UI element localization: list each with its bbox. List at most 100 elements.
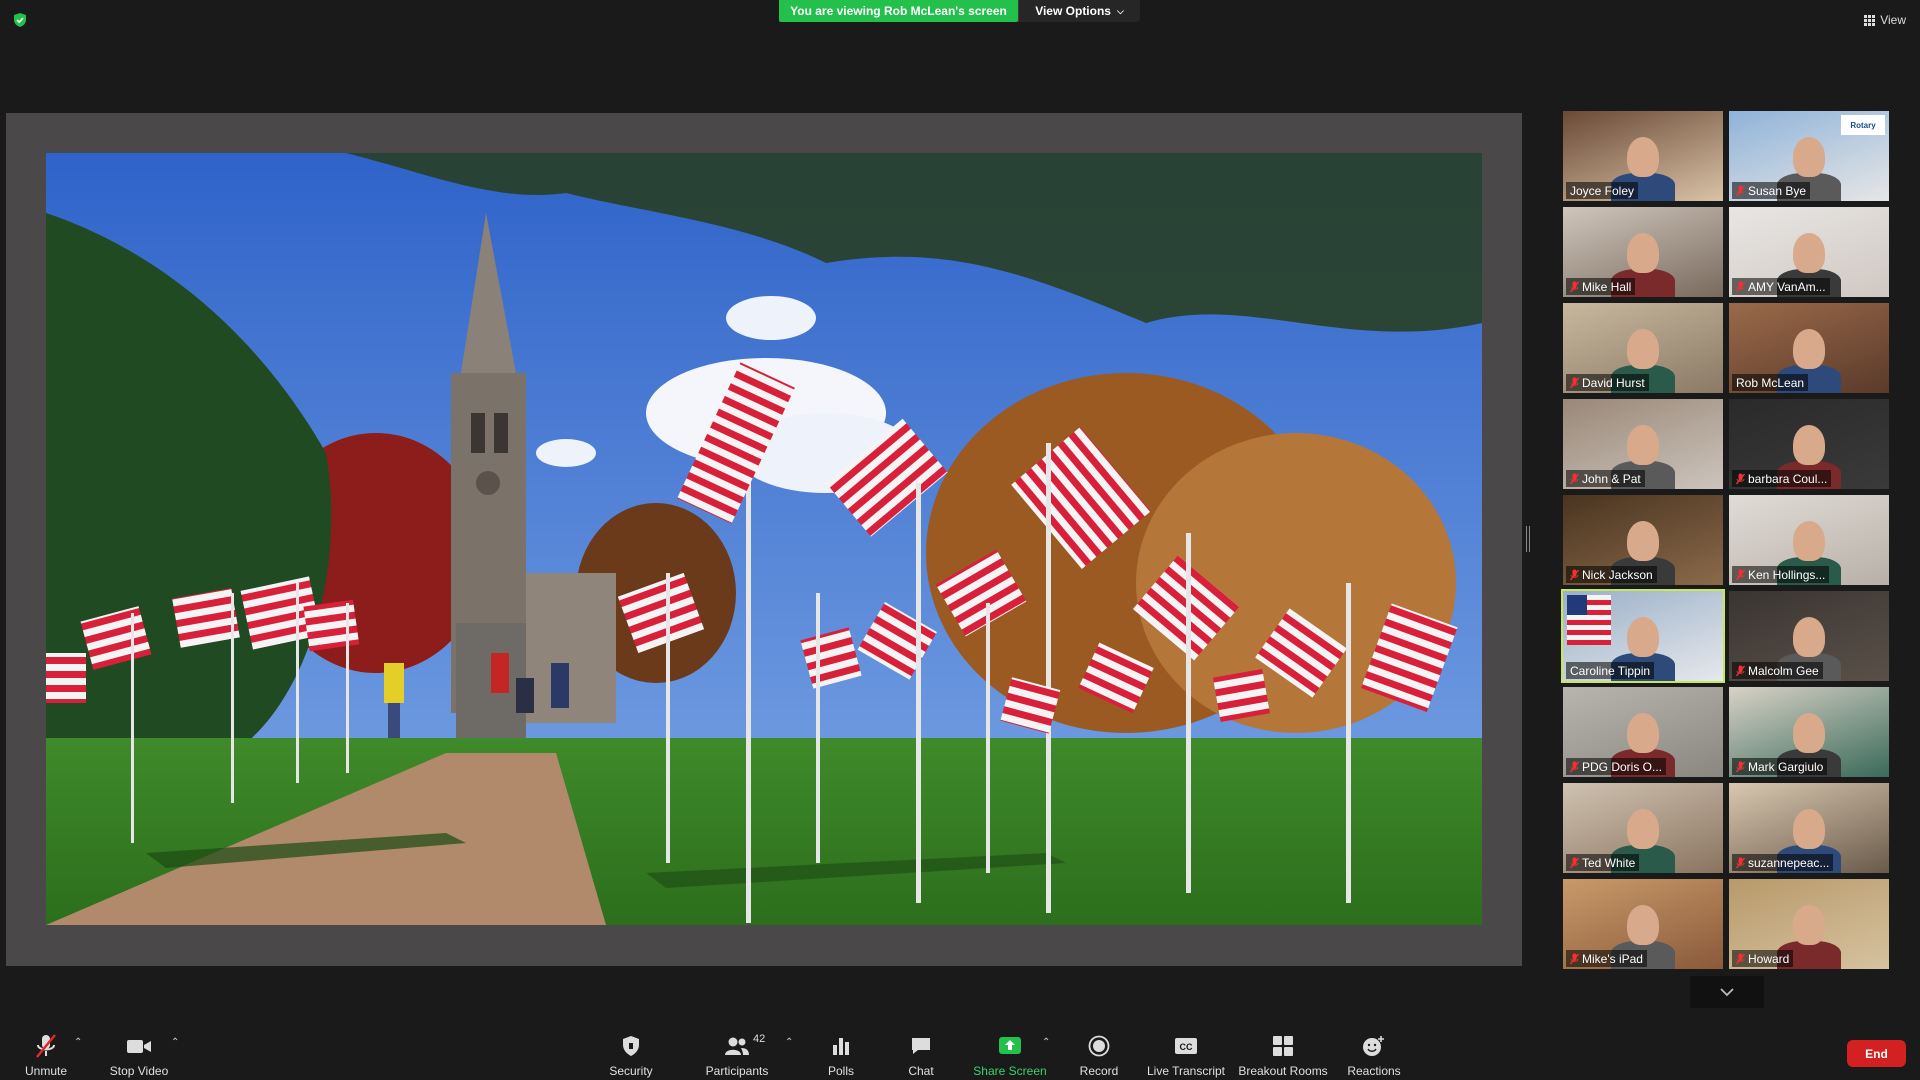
video-options-caret[interactable]: ⌃ (171, 1037, 179, 1048)
share-options-caret[interactable]: ⌃ (1042, 1037, 1050, 1048)
gallery-scroll-down-button[interactable] (1690, 976, 1764, 1008)
participant-name: Mike's iPad (1582, 951, 1643, 966)
reactions-label: Reactions (1347, 1064, 1401, 1078)
audio-options-caret[interactable]: ⌃ (74, 1037, 82, 1048)
participant-name: Susan Bye (1748, 183, 1807, 198)
participant-tile[interactable]: Rob McLean (1729, 303, 1889, 393)
panel-resize-handle[interactable] (1526, 526, 1530, 552)
participant-face (1793, 521, 1825, 561)
participant-tile[interactable]: John & Pat (1563, 399, 1723, 489)
participant-name-label: barbara Coul... (1732, 470, 1832, 487)
chat-icon (910, 1032, 932, 1060)
view-label: View (1880, 13, 1906, 27)
participants-label: Participants (705, 1064, 769, 1078)
participant-tile[interactable]: Mike's iPad (1563, 879, 1723, 969)
view-options-button[interactable]: View Options ⌵ (1018, 0, 1140, 22)
chevron-down-icon (1720, 987, 1734, 996)
shield-icon (621, 1032, 641, 1060)
participant-tile[interactable]: Mark Gargiulo (1729, 687, 1889, 777)
participant-name-label: Nick Jackson (1566, 566, 1657, 583)
participant-tile[interactable]: Nick Jackson (1563, 495, 1723, 585)
participant-name-label: Malcolm Gee (1732, 662, 1823, 679)
participant-name-label: Mike's iPad (1566, 950, 1647, 967)
shield-check-icon[interactable] (12, 12, 28, 28)
viewing-screen-text: You are viewing Rob McLean's screen (790, 4, 1007, 18)
participant-tile[interactable]: Mike Hall (1563, 207, 1723, 297)
participant-name: Rob McLean (1736, 375, 1805, 390)
rotary-logo-banner: Rotary (1841, 115, 1885, 135)
participant-face (1793, 233, 1825, 273)
security-button[interactable]: Security (601, 1015, 661, 1080)
participant-face (1627, 809, 1659, 849)
participant-name: Joyce Foley (1570, 183, 1635, 198)
participants-options-caret[interactable]: ⌃ (785, 1037, 793, 1048)
participant-name: barbara Coul... (1748, 471, 1828, 486)
breakout-rooms-icon (1272, 1032, 1294, 1060)
chat-button[interactable]: Chat (901, 1015, 941, 1080)
participants-icon (724, 1032, 750, 1060)
participant-face (1793, 137, 1825, 177)
mic-muted-icon (1570, 569, 1579, 580)
participant-face (1793, 713, 1825, 753)
participant-name-label: AMY VanAm... (1732, 278, 1830, 295)
polls-icon (831, 1032, 851, 1060)
participant-tile[interactable]: Joyce Foley (1563, 111, 1723, 201)
participant-face (1793, 617, 1825, 657)
participant-face (1627, 425, 1659, 465)
participant-face (1627, 521, 1659, 561)
participant-tile[interactable]: Malcolm Gee (1729, 591, 1889, 681)
unmute-label: Unmute (24, 1064, 68, 1078)
reactions-button[interactable]: Reactions (1346, 1015, 1402, 1080)
participant-tile[interactable]: barbara Coul... (1729, 399, 1889, 489)
mic-muted-icon (1570, 377, 1579, 388)
mic-muted-icon (1570, 281, 1579, 292)
participant-face (1793, 329, 1825, 369)
participants-count: 42 (753, 1033, 766, 1045)
participant-tile[interactable]: PDG Doris O... (1563, 687, 1723, 777)
polls-button[interactable]: Polls (821, 1015, 861, 1080)
participant-tile[interactable]: Caroline Tippin (1561, 589, 1725, 683)
end-label: End (1865, 1046, 1888, 1061)
polls-label: Polls (827, 1064, 854, 1078)
participant-name-label: David Hurst (1566, 374, 1649, 391)
record-button[interactable]: Record (1076, 1015, 1122, 1080)
top-bar: You are viewing Rob McLean's screen View… (0, 0, 1920, 27)
end-meeting-button[interactable]: End (1847, 1040, 1906, 1067)
record-label: Record (1079, 1064, 1119, 1078)
participant-face (1793, 425, 1825, 465)
participant-face (1793, 905, 1825, 945)
stop-video-button[interactable]: Stop Video (104, 1015, 174, 1080)
participant-name-label: suzannepeac... (1732, 854, 1834, 871)
share-screen-button[interactable]: Share Screen (972, 1015, 1048, 1080)
unmute-button[interactable]: Unmute (18, 1015, 74, 1080)
participant-name-label: Susan Bye (1732, 182, 1811, 199)
participant-name-label: Joyce Foley (1566, 182, 1639, 199)
participant-name-label: Mark Gargiulo (1732, 758, 1828, 775)
participant-face (1627, 329, 1659, 369)
participant-name: Ken Hollings... (1748, 567, 1826, 582)
participant-name-label: Ken Hollings... (1732, 566, 1830, 583)
participant-tile[interactable]: AMY VanAm... (1729, 207, 1889, 297)
breakout-rooms-button[interactable]: Breakout Rooms (1238, 1015, 1328, 1080)
participant-tile[interactable]: Howard (1729, 879, 1889, 969)
grid-view-icon (1864, 14, 1876, 26)
participant-tile[interactable]: Rotary Susan Bye (1729, 111, 1889, 201)
participant-name: Ted White (1582, 855, 1636, 870)
participant-tile[interactable]: suzannepeac... (1729, 783, 1889, 873)
participant-name: suzannepeac... (1748, 855, 1830, 870)
participant-face (1627, 137, 1659, 177)
participants-button[interactable]: Participants (703, 1015, 771, 1080)
participant-name: AMY VanAm... (1748, 279, 1826, 294)
live-transcript-button[interactable]: CC Live Transcript (1146, 1015, 1226, 1080)
participant-tile[interactable]: Ken Hollings... (1729, 495, 1889, 585)
mic-muted-icon (34, 1032, 58, 1060)
share-screen-icon (998, 1032, 1022, 1060)
share-screen-label: Share Screen (973, 1064, 1047, 1078)
live-transcript-label: Live Transcript (1146, 1064, 1226, 1078)
participant-tile[interactable]: David Hurst (1563, 303, 1723, 393)
mic-muted-icon (1736, 473, 1745, 484)
mic-muted-icon (1736, 569, 1745, 580)
reactions-icon (1362, 1032, 1386, 1060)
participant-tile[interactable]: Ted White (1563, 783, 1723, 873)
view-button[interactable]: View (1864, 10, 1906, 30)
